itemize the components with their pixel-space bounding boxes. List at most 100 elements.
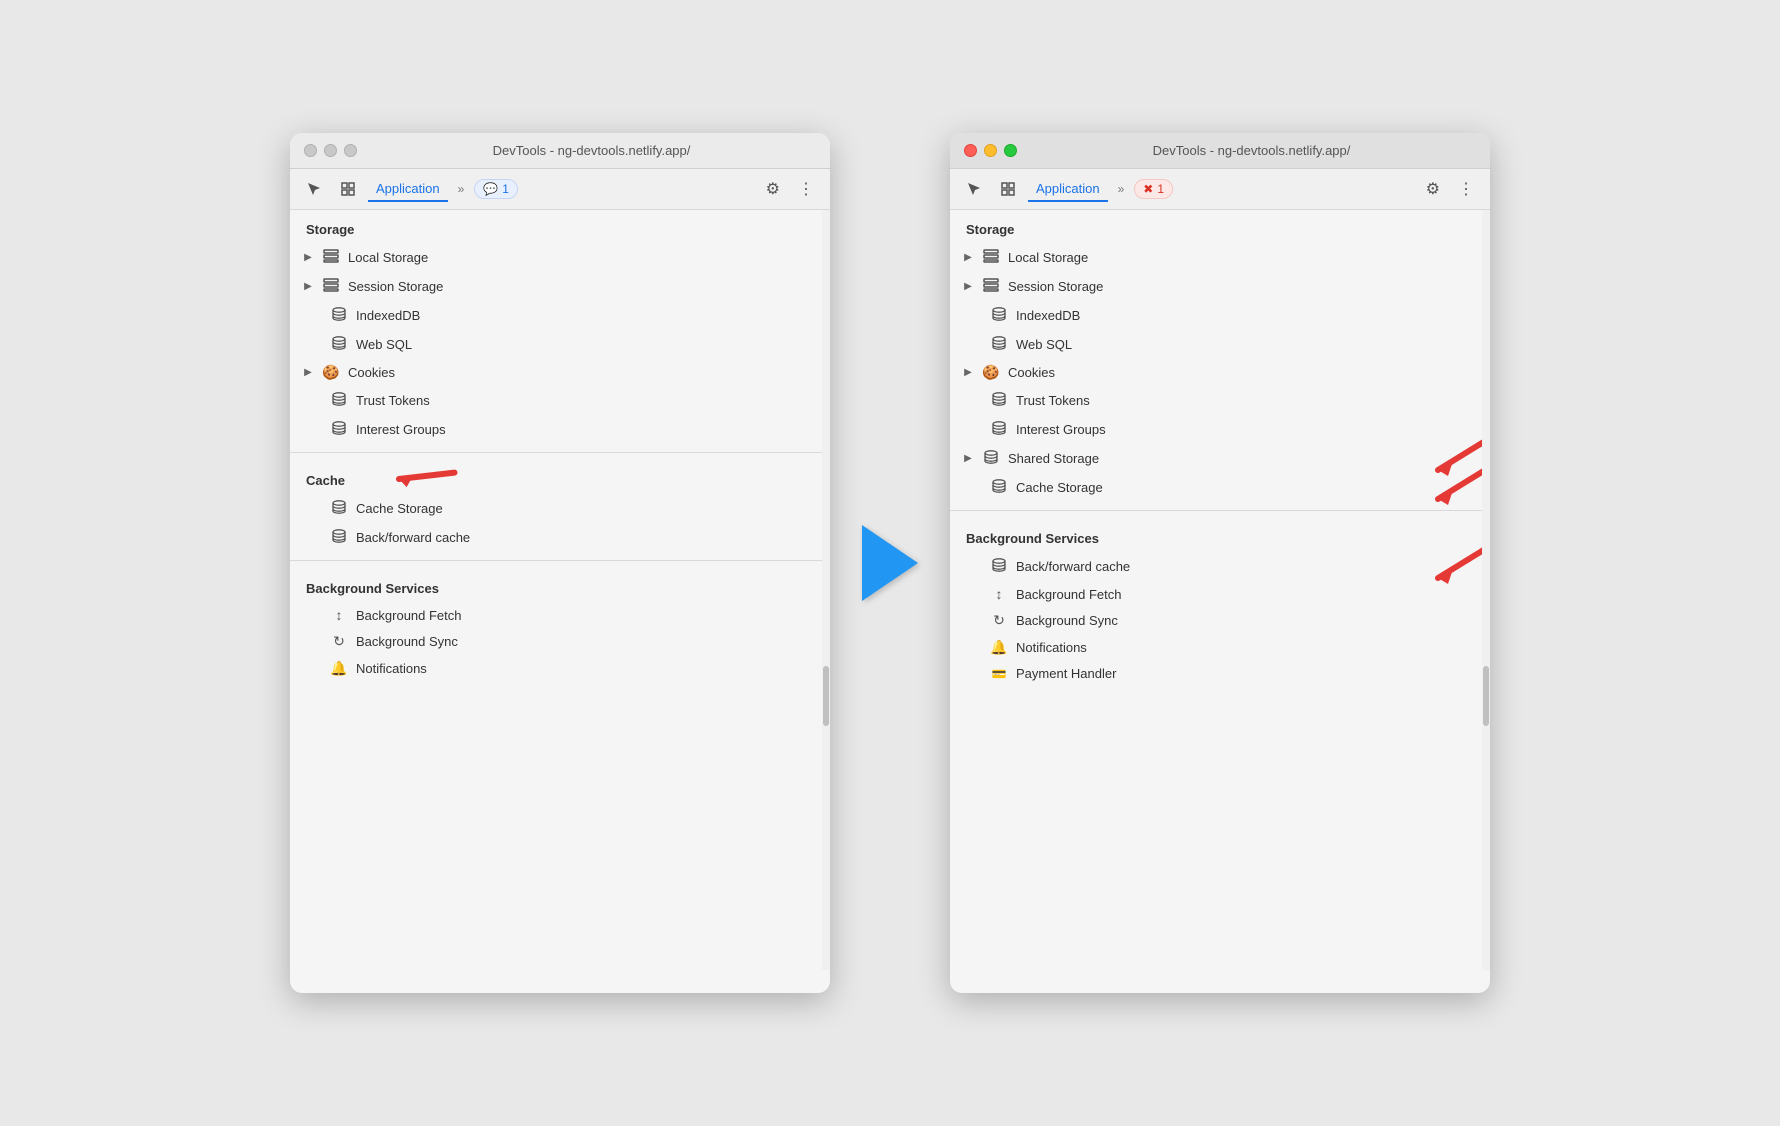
- left-notifications-item[interactable]: ▶ 🔔 Notifications: [290, 655, 830, 682]
- left-indexeddb-item[interactable]: ▶ IndexedDB: [290, 301, 830, 330]
- right-chevron-icon: »: [1114, 180, 1129, 198]
- right-storage-header: Storage: [950, 210, 1490, 243]
- left-websql-icon: [330, 335, 348, 354]
- right-toolbar: Application » ✖ 1 ⚙ ⋮: [950, 169, 1490, 210]
- left-select-icon[interactable]: [300, 175, 328, 203]
- right-scrollbar-thumb[interactable]: [1483, 666, 1489, 726]
- right-bg-fetch-item[interactable]: ▶ ↕ Background Fetch: [950, 581, 1490, 607]
- right-badge: ✖ 1: [1134, 179, 1173, 199]
- right-trust-tokens-item[interactable]: ▶ Trust Tokens: [950, 386, 1490, 415]
- right-minimize-button[interactable]: [984, 144, 997, 157]
- right-backforward-cache-icon: [990, 557, 1008, 576]
- right-cookies-arrow-icon: ▶: [962, 367, 974, 378]
- right-local-storage-icon: [982, 248, 1000, 267]
- right-maximize-button[interactable]: [1004, 144, 1017, 157]
- right-trust-tokens-icon: [990, 391, 1008, 410]
- right-cache-storage-row: ▶ Cache Storage: [950, 473, 1490, 502]
- right-local-storage-label: Local Storage: [1008, 250, 1088, 265]
- left-cookies-icon: 🍪: [322, 364, 340, 381]
- right-shared-storage-item[interactable]: ▶ Shared Storage: [950, 444, 1490, 473]
- right-sidebar: Storage ▶ Local Storage ▶ Session Storag…: [950, 210, 1490, 970]
- right-shared-storage-icon: [982, 449, 1000, 468]
- left-session-storage-label: Session Storage: [348, 279, 443, 294]
- right-scrollbar-track[interactable]: [1482, 210, 1490, 970]
- right-cookies-item[interactable]: ▶ 🍪 Cookies: [950, 359, 1490, 386]
- right-backforward-cache-label: Back/forward cache: [1016, 559, 1130, 574]
- right-settings-icon[interactable]: ⚙: [1420, 175, 1446, 203]
- right-interest-groups-item[interactable]: ▶ Interest Groups: [950, 415, 1490, 444]
- left-backforward-cache-item[interactable]: ▶ Back/forward cache: [290, 523, 830, 552]
- left-more-icon[interactable]: ⋮: [792, 175, 820, 203]
- right-interest-groups-row: ▶ Interest Groups: [950, 415, 1490, 444]
- left-tab-application[interactable]: Application: [368, 177, 448, 202]
- left-cookies-arrow-icon: ▶: [302, 367, 314, 378]
- right-interest-groups-icon: [990, 420, 1008, 439]
- left-bg-sync-icon: ↻: [330, 633, 348, 650]
- right-indexeddb-icon: [990, 306, 1008, 325]
- right-backforward-cache-item[interactable]: ▶ Back/forward cache: [950, 552, 1490, 581]
- right-payment-handler-item[interactable]: ▶ 💳 Payment Handler: [950, 661, 1490, 686]
- right-cache-storage-item[interactable]: ▶ Cache Storage: [950, 473, 1490, 502]
- right-layers-icon[interactable]: [994, 175, 1022, 203]
- right-shared-storage-expand-icon: ▶: [962, 453, 974, 464]
- left-cache-divider: [290, 560, 830, 561]
- right-more-icon[interactable]: ⋮: [1452, 175, 1480, 203]
- left-cache-storage-item[interactable]: ▶ Cache Storage: [290, 494, 830, 523]
- left-toolbar: Application » 💬 1 ⚙ ⋮: [290, 169, 830, 210]
- right-close-button[interactable]: [964, 144, 977, 157]
- left-title-bar: DevTools - ng-devtools.netlify.app/: [290, 133, 830, 169]
- right-websql-icon: [990, 335, 1008, 354]
- left-close-button[interactable]: [304, 144, 317, 157]
- right-bg-fetch-icon: ↕: [990, 586, 1008, 602]
- left-cookies-item[interactable]: ▶ 🍪 Cookies: [290, 359, 830, 386]
- left-bg-sync-item[interactable]: ▶ ↻ Background Sync: [290, 628, 830, 655]
- right-local-storage-item[interactable]: ▶ Local Storage: [950, 243, 1490, 272]
- left-settings-icon[interactable]: ⚙: [760, 175, 786, 203]
- left-notifications-label: Notifications: [356, 661, 427, 676]
- right-select-icon[interactable]: [960, 175, 988, 203]
- right-badge-count: 1: [1157, 182, 1164, 196]
- left-websql-label: Web SQL: [356, 337, 412, 352]
- left-window-buttons: [304, 144, 357, 157]
- left-cache-section-header-row: Cache: [290, 461, 830, 494]
- left-sidebar: Storage ▶ Local Storage ▶ Session Storag…: [290, 210, 830, 970]
- right-cache-storage-icon: [990, 478, 1008, 497]
- right-bg-sync-item[interactable]: ▶ ↻ Background Sync: [950, 607, 1490, 634]
- right-tab-application[interactable]: Application: [1028, 177, 1108, 202]
- right-shared-storage-row: ▶ Shared Storage: [950, 444, 1490, 473]
- right-trust-tokens-label: Trust Tokens: [1016, 393, 1090, 408]
- left-scrollbar-track[interactable]: [822, 210, 830, 970]
- left-minimize-button[interactable]: [324, 144, 337, 157]
- right-notifications-item[interactable]: ▶ 🔔 Notifications: [950, 634, 1490, 661]
- left-bg-sync-label: Background Sync: [356, 634, 458, 649]
- right-storage-divider: [950, 510, 1490, 511]
- left-bg-fetch-item[interactable]: ▶ ↕ Background Fetch: [290, 602, 830, 628]
- left-session-storage-item[interactable]: ▶ Session Storage: [290, 272, 830, 301]
- left-badge: 💬 1: [474, 179, 518, 199]
- right-local-storage-arrow-icon: ▶: [962, 252, 974, 263]
- left-backforward-cache-icon: [330, 528, 348, 547]
- right-notifications-icon: 🔔: [990, 639, 1008, 656]
- left-local-storage-item[interactable]: ▶ Local Storage: [290, 243, 830, 272]
- left-trust-tokens-item[interactable]: ▶ Trust Tokens: [290, 386, 830, 415]
- right-payment-handler-label: Payment Handler: [1016, 666, 1116, 681]
- right-session-storage-item[interactable]: ▶ Session Storage: [950, 272, 1490, 301]
- right-websql-item[interactable]: ▶ Web SQL: [950, 330, 1490, 359]
- left-bg-fetch-icon: ↕: [330, 607, 348, 623]
- blue-arrow: [862, 525, 918, 601]
- left-interest-groups-item[interactable]: ▶ Interest Groups: [290, 415, 830, 444]
- left-badge-icon: 💬: [483, 182, 498, 196]
- left-layers-icon[interactable]: [334, 175, 362, 203]
- left-badge-count: 1: [502, 182, 509, 196]
- right-indexeddb-item[interactable]: ▶ IndexedDB: [950, 301, 1490, 330]
- left-websql-item[interactable]: ▶ Web SQL: [290, 330, 830, 359]
- left-notifications-icon: 🔔: [330, 660, 348, 677]
- left-devtools-window: DevTools - ng-devtools.netlify.app/ Appl…: [290, 133, 830, 993]
- left-cache-header: Cache: [290, 461, 830, 494]
- right-window-buttons: [964, 144, 1017, 157]
- right-interest-groups-label: Interest Groups: [1016, 422, 1106, 437]
- left-backforward-cache-label: Back/forward cache: [356, 530, 470, 545]
- right-session-storage-icon: [982, 277, 1000, 296]
- left-scrollbar-thumb[interactable]: [823, 666, 829, 726]
- left-maximize-button[interactable]: [344, 144, 357, 157]
